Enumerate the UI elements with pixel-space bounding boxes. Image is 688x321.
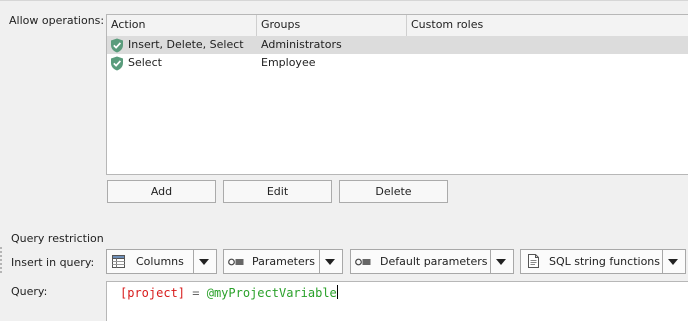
top-divider — [0, 0, 688, 1]
columns-dropdown-arrow[interactable] — [192, 250, 216, 273]
column-header-action[interactable]: Action — [107, 15, 257, 36]
action-cell: Select — [128, 56, 162, 69]
action-cell: Insert, Delete, Select — [128, 38, 244, 51]
groups-cell: Administrators — [261, 38, 342, 51]
groups-cell: Employee — [261, 56, 316, 69]
columns-dropdown-main[interactable]: Columns — [107, 250, 193, 273]
add-button[interactable]: Add — [107, 180, 216, 203]
delete-button[interactable]: Delete — [339, 180, 448, 203]
parameters-dropdown-label: Parameters — [252, 255, 315, 268]
default-parameters-dropdown-arrow[interactable] — [489, 250, 513, 273]
splitter-grip[interactable] — [0, 246, 2, 274]
text-caret — [336, 285, 338, 299]
chevron-down-icon — [199, 259, 209, 265]
sql-string-functions-dropdown[interactable]: SQL string functions — [520, 249, 686, 274]
allow-operations-label: Allow operations: — [9, 14, 105, 27]
insert-in-query-label: Insert in query: — [11, 256, 95, 269]
table-icon — [112, 255, 125, 268]
chevron-down-icon — [325, 259, 335, 265]
column-header-custom-roles[interactable]: Custom roles — [407, 15, 688, 36]
shield-check-icon — [111, 38, 123, 53]
chevron-down-icon — [496, 259, 506, 265]
query-label: Query: — [11, 285, 48, 298]
default-parameters-dropdown-main[interactable]: Default parameters — [351, 250, 490, 273]
grid-header: Action Groups Custom roles — [107, 15, 688, 37]
query-code-line[interactable]: [project] = @myProjectVariable — [120, 284, 338, 302]
sql-string-functions-dropdown-label: SQL string functions — [549, 255, 661, 268]
sql-string-functions-dropdown-arrow[interactable] — [661, 250, 685, 273]
parameters-dropdown[interactable]: Parameters — [223, 249, 343, 274]
columns-dropdown-label: Columns — [136, 255, 184, 268]
columns-dropdown[interactable]: Columns — [106, 249, 217, 274]
parameters-dropdown-main[interactable]: Parameters — [224, 250, 319, 273]
grid-row[interactable]: Insert, Delete, Select Administrators — [107, 36, 688, 54]
default-parameters-dropdown[interactable]: Default parameters — [350, 249, 514, 274]
query-variable-token: @myProjectVariable — [206, 286, 337, 300]
operations-grid[interactable]: Action Groups Custom roles Insert, Delet… — [106, 14, 688, 175]
edit-button[interactable]: Edit — [223, 180, 332, 203]
parameter-icon — [228, 258, 244, 266]
query-column-token: [project] — [120, 286, 186, 300]
query-operator-token: = — [192, 286, 200, 300]
shield-check-icon — [111, 56, 123, 71]
query-restriction-label: Query restriction — [11, 232, 104, 245]
column-header-groups[interactable]: Groups — [257, 15, 407, 36]
default-parameters-dropdown-label: Default parameters — [380, 255, 488, 268]
grid-row[interactable]: Select Employee — [107, 54, 688, 72]
chevron-down-icon — [668, 259, 678, 265]
document-icon — [528, 254, 539, 268]
parameter-icon — [355, 258, 371, 266]
parameters-dropdown-arrow[interactable] — [318, 250, 342, 273]
query-editor[interactable]: [project] = @myProjectVariable — [106, 281, 688, 321]
sql-string-functions-dropdown-main[interactable]: SQL string functions — [521, 250, 662, 273]
